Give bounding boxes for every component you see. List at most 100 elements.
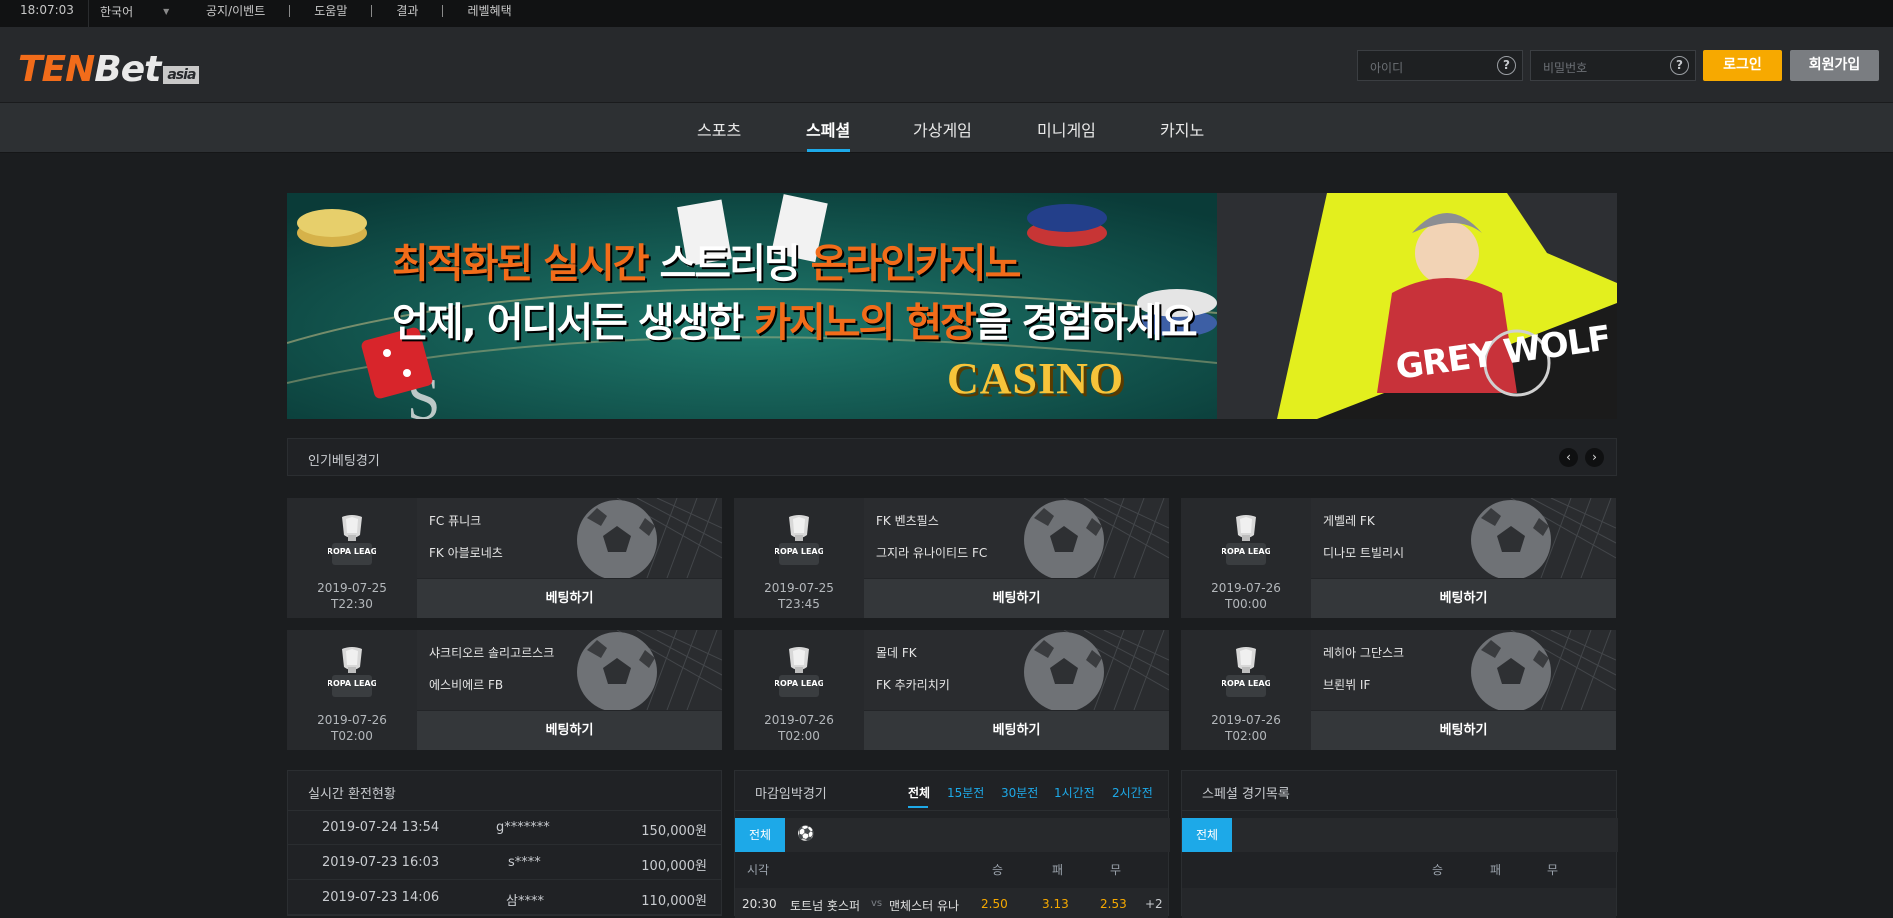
id-input[interactable]: 아이디 ? (1357, 50, 1523, 81)
exchange-row: 2019-07-23 14:06 삼**** 110,000원 (288, 881, 721, 915)
nav-virtual-games[interactable]: 가상게임 (913, 117, 972, 141)
banner-text: 을 경험하세요 (974, 300, 1198, 346)
panel-header: 마감임박경기 전체 15분전 30분전 1시간전 2시간전 (735, 771, 1168, 811)
banner-headline-1: 최적화된 실시간 스트리밍 온라인카지노 (392, 231, 1021, 289)
away-team: 디나모 트빌리시 (1323, 546, 1405, 560)
exchange-datetime: 2019-07-23 16:03 (322, 855, 440, 870)
chevron-down-icon: ▼ (163, 7, 170, 16)
divider (371, 5, 373, 17)
bet-button[interactable]: 베팅하기 (1311, 711, 1616, 750)
away-team: 맨체스터 유나 (889, 899, 960, 913)
panel-title: 스페셜 경기목록 (1202, 787, 1290, 802)
europa-league-icon: EUROPA LEAGUE (1222, 647, 1270, 697)
column-win: 승 (992, 863, 1004, 877)
europa-league-icon: EUROPA LEAGUE (775, 515, 823, 565)
league-text: EUROPA LEAGUE (775, 547, 823, 556)
bet-button[interactable]: 베팅하기 (1311, 579, 1616, 618)
league-text: EUROPA LEAGUE (328, 679, 376, 688)
signup-button[interactable]: 회원가입 (1790, 50, 1879, 81)
match-card[interactable]: EUROPA LEAGUE 2019-07-25 T22:30 FC 퓨니크 FK 아블… (287, 498, 722, 618)
match-date: 2019-07-26 (317, 713, 387, 727)
sport-tab-all[interactable]: 전체 (1182, 818, 1232, 852)
match-time: T22:30 (331, 597, 373, 611)
match-card-left: EUROPA LEAGUE 2019-07-26 T02:00 (734, 630, 864, 750)
away-team: FK 아블로네츠 (429, 546, 503, 560)
odds-lose[interactable]: 3.13 (1042, 897, 1069, 911)
match-card-left: EUROPA LEAGUE 2019-07-25 T22:30 (287, 498, 417, 618)
match-datetime: 2019-07-25 T23:45 (734, 580, 864, 612)
home-team: FC 퓨니크 (429, 514, 482, 528)
home-team: FK 벤츠필스 (876, 514, 939, 528)
soccer-ball-icon[interactable]: ⚽ (797, 826, 814, 842)
match-card-image (1311, 498, 1616, 578)
link-level-benefits[interactable]: 레벨혜택 (467, 2, 511, 19)
home-team: 게벨레 FK (1323, 514, 1375, 528)
match-card[interactable]: EUROPA LEAGUE 2019-07-25 T23:45 FK 벤츠필스그지라 … (734, 498, 1169, 618)
language-label: 한국어 (100, 5, 134, 19)
match-card-image (1311, 630, 1616, 710)
match-card[interactable]: EUROPA LEAGUE 2019-07-26 T02:00 샤크티오르 솔리고르스… (287, 630, 722, 750)
europa-league-icon: EUROPA LEAGUE (328, 647, 376, 697)
site-logo[interactable]: TENBet asia (18, 49, 200, 90)
match-time: T02:00 (331, 729, 373, 743)
filter-15min[interactable]: 15분전 (947, 784, 984, 801)
top-bar: 18:07:03 한국어 ▼ 공지/이벤트 도움말 결과 레벨혜택 (0, 0, 1893, 27)
nav-special[interactable]: 스페셜 (806, 117, 850, 141)
match-card[interactable]: EUROPA LEAGUE 2019-07-26 T00:00 게벨레 FK 디나모 트… (1181, 498, 1616, 618)
banner-casino-word: CASINO (947, 354, 1125, 403)
exchange-datetime: 2019-07-24 13:54 (322, 820, 440, 835)
link-help[interactable]: 도움말 (314, 2, 347, 19)
nav-active-indicator (807, 149, 850, 152)
nav-mini-games[interactable]: 미니게임 (1037, 117, 1096, 141)
panel-header: 실시간 환전현황 (288, 771, 721, 811)
login-button[interactable]: 로그인 (1703, 50, 1782, 81)
bet-button[interactable]: 베팅하기 (864, 579, 1169, 618)
match-card-image (864, 630, 1169, 710)
match-card-left: EUROPA LEAGUE 2019-07-26 T00:00 (1181, 498, 1311, 618)
help-icon[interactable]: ? (1670, 56, 1689, 75)
more-markets[interactable]: +2 (1145, 897, 1163, 911)
match-card[interactable]: EUROPA LEAGUE 2019-07-26 T02:00 몰데 FK FK 추카리… (734, 630, 1169, 750)
bet-button[interactable]: 베팅하기 (417, 711, 722, 750)
match-card-image (864, 498, 1169, 578)
panel-header: 스페셜 경기목록 (1182, 771, 1616, 811)
match-card-left: EUROPA LEAGUE 2019-07-26 T02:00 (1181, 630, 1311, 750)
home-team: 레히아 그단스크 (1323, 646, 1405, 660)
match-card[interactable]: EUROPA LEAGUE 2019-07-26 T02:00 레히아 그단스크브뢴뷔… (1181, 630, 1616, 750)
top-links: 공지/이벤트 도움말 결과 레벨혜택 (206, 2, 512, 19)
chevron-left-icon[interactable]: ‹ (1559, 448, 1578, 467)
sport-tab-all[interactable]: 전체 (735, 818, 785, 852)
odds-draw[interactable]: 2.53 (1100, 897, 1127, 911)
europa-league-icon: EUROPA LEAGUE (328, 515, 376, 565)
nav-casino[interactable]: 카지노 (1160, 117, 1204, 141)
odds-win[interactable]: 2.50 (981, 897, 1008, 911)
match-time: 20:30 (742, 897, 777, 911)
divider (88, 0, 89, 27)
match-date: 2019-07-26 (1211, 713, 1281, 727)
grey-wolf-banner[interactable]: GREY WOLF (1217, 193, 1617, 419)
casino-banner[interactable]: S 최적화된 실시간 스트리밍 온라인카지노 언제, 어디서든 생생한 카지노의… (287, 193, 1217, 419)
soccer-ball-goal-image (1311, 498, 1616, 578)
match-datetime: 2019-07-26 T02:00 (734, 712, 864, 744)
link-results[interactable]: 결과 (396, 2, 418, 19)
list-row (1182, 888, 1616, 918)
league-text: EUROPA LEAGUE (1222, 679, 1270, 688)
section-title: 인기베팅경기 (308, 454, 380, 469)
panel-title: 실시간 환전현황 (308, 787, 396, 802)
help-icon[interactable]: ? (1497, 56, 1516, 75)
chevron-right-icon[interactable]: › (1585, 448, 1604, 467)
nav-sports[interactable]: 스포츠 (697, 117, 741, 141)
language-select[interactable]: 한국어 ▼ (100, 3, 169, 20)
bet-button[interactable]: 베팅하기 (417, 579, 722, 618)
closing-match-row[interactable]: 20:30 토트넘 홋스퍼 vs 맨체스터 유나 2.50 3.13 2.53 … (735, 888, 1168, 918)
bet-button[interactable]: 베팅하기 (864, 711, 1169, 750)
league-text: EUROPA LEAGUE (1222, 547, 1270, 556)
link-notice-event[interactable]: 공지/이벤트 (206, 2, 265, 19)
divider (289, 5, 291, 17)
filter-1hour[interactable]: 1시간전 (1054, 784, 1095, 801)
filter-30min[interactable]: 30분전 (1001, 784, 1038, 801)
filter-all[interactable]: 전체 (908, 784, 930, 801)
match-time: T02:00 (778, 729, 820, 743)
filter-2hour[interactable]: 2시간전 (1112, 784, 1153, 801)
password-input[interactable]: 비밀번호 ? (1530, 50, 1696, 81)
